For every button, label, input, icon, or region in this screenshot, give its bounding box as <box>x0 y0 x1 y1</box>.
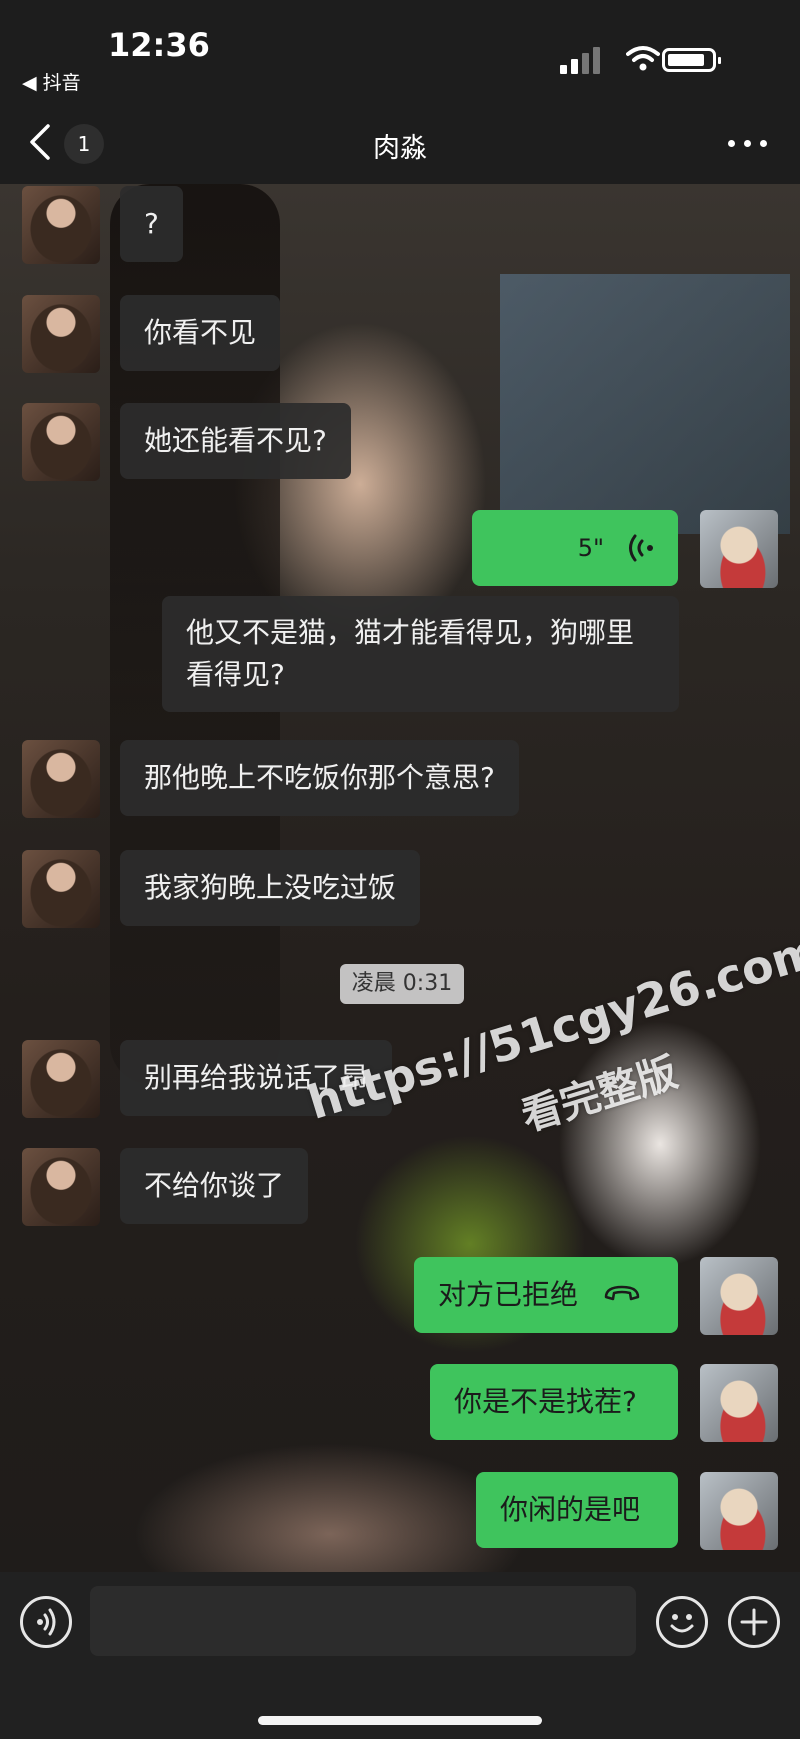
my-avatar[interactable] <box>700 1257 778 1335</box>
back-to-app-link[interactable]: ◀ 抖音 <box>22 68 81 95</box>
contact-avatar[interactable] <box>22 403 100 481</box>
unread-count-badge[interactable]: 1 <box>64 124 104 164</box>
incoming-message[interactable]: 她还能看不见? <box>120 403 351 479</box>
chat-title: 肉淼 <box>373 133 427 164</box>
incoming-message[interactable]: ? <box>120 186 183 262</box>
battery-icon <box>662 48 721 72</box>
incoming-message[interactable]: 不给你谈了 <box>120 1148 309 1224</box>
voice-duration: 5" <box>577 534 604 562</box>
contact-avatar[interactable] <box>22 740 100 818</box>
top-bar: 12:36 ◀ 抖音 1 肉淼 <box>0 0 800 184</box>
incoming-message[interactable]: 那他晚上不吃饭你那个意思? <box>120 740 519 816</box>
incoming-message[interactable]: 我家狗晚上没吃过饭 <box>120 850 421 926</box>
contact-avatar[interactable] <box>22 186 100 264</box>
call-status-text: 对方已拒绝 <box>438 1278 579 1311</box>
contact-avatar[interactable] <box>22 1148 100 1226</box>
outgoing-voice-message[interactable]: 5" <box>472 510 678 586</box>
contact-avatar[interactable] <box>22 295 100 373</box>
my-avatar[interactable] <box>700 1472 778 1550</box>
message-input[interactable] <box>90 1586 636 1656</box>
outgoing-message[interactable]: 你是不是找茬? <box>430 1364 678 1440</box>
contact-avatar[interactable] <box>22 1040 100 1118</box>
outgoing-message[interactable]: 你闲的是吧 <box>476 1472 678 1548</box>
background-photo-window <box>500 274 790 534</box>
incoming-message[interactable]: 你看不见 <box>120 295 281 371</box>
input-bar <box>0 1572 800 1739</box>
more-icon[interactable] <box>728 140 768 150</box>
status-icons <box>560 44 730 74</box>
voice-wave-icon <box>629 534 653 562</box>
my-avatar[interactable] <box>700 1364 778 1442</box>
phone-hangup-icon <box>604 1285 640 1301</box>
chevron-left-icon[interactable] <box>24 120 54 164</box>
add-icon[interactable] <box>728 1596 780 1648</box>
wifi-icon <box>626 46 660 71</box>
contact-avatar[interactable] <box>22 850 100 928</box>
status-time: 12:36 <box>108 26 210 64</box>
home-indicator[interactable] <box>258 1716 542 1725</box>
voice-input-icon[interactable] <box>20 1596 72 1648</box>
outgoing-call-record[interactable]: 对方已拒绝 <box>414 1257 678 1333</box>
emoji-icon[interactable] <box>656 1596 708 1648</box>
my-avatar[interactable] <box>700 510 778 588</box>
incoming-message[interactable]: 他又不是猫，猫才能看得见，狗哪里看得见? <box>162 596 679 712</box>
